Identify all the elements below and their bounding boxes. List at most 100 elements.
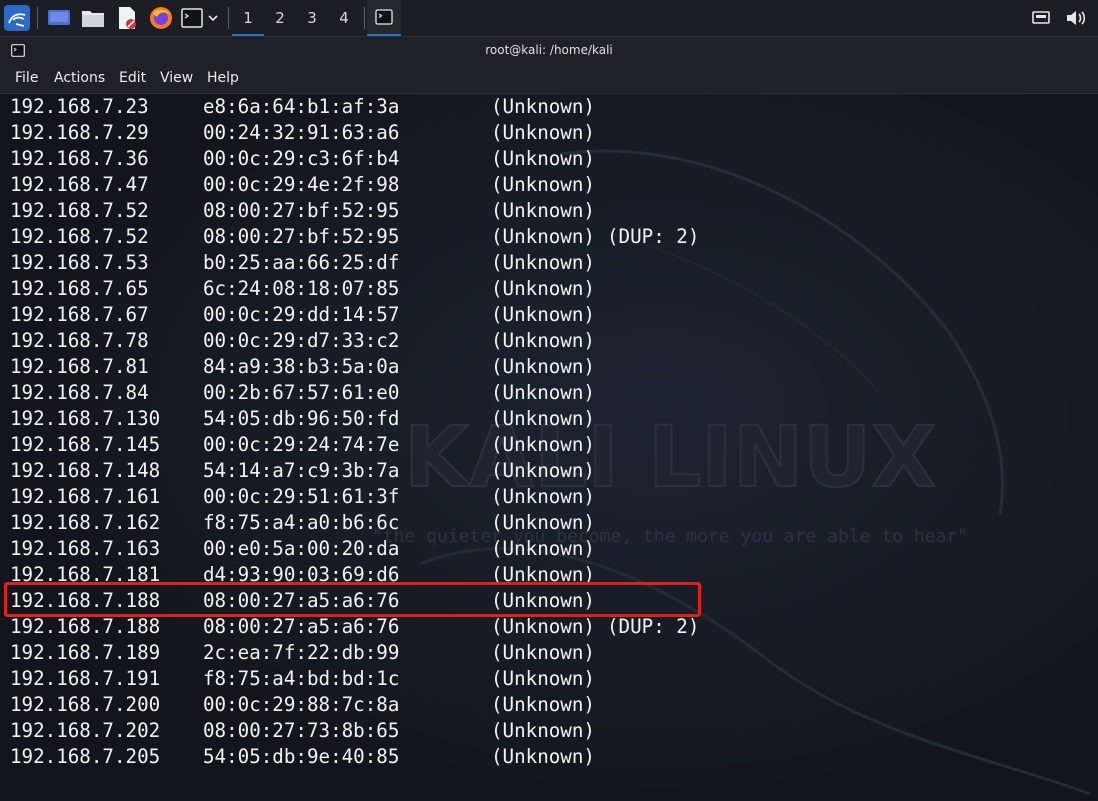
vendor-label: (Unknown) <box>491 641 595 664</box>
mac-address: 2c:ea:7f:22:db:99 <box>203 641 400 664</box>
chevron-down-icon <box>208 15 218 22</box>
wallpaper-tagline: "the quieter you become, the more you ar… <box>372 526 968 547</box>
workspace-1[interactable]: 1 <box>232 0 264 36</box>
ip-address: 192.168.7.52 <box>10 225 149 248</box>
highlight-box <box>4 582 701 617</box>
kali-menu-icon[interactable] <box>2 3 32 33</box>
vendor-label: (Unknown) <box>491 433 595 456</box>
ip-address: 192.168.7.205 <box>10 745 161 768</box>
menu-actions[interactable]: Actions <box>54 70 105 86</box>
mac-address: 08:00:27:a5:a6:76 <box>203 615 400 638</box>
mac-address: f8:75:a4:a0:b6:6c <box>203 511 400 534</box>
mac-address: e8:6a:64:b1:af:3a <box>203 95 400 118</box>
vendor-label: (Unknown) <box>491 719 595 742</box>
ip-address: 192.168.7.53 <box>10 251 149 274</box>
taskbar-terminal-window[interactable] <box>367 0 401 36</box>
workspace-4[interactable]: 4 <box>328 0 360 36</box>
window-titlebar[interactable]: root@kali: /home/kali <box>0 37 1098 65</box>
vendor-label: (Unknown) <box>491 381 595 404</box>
vendor-label: (Unknown) <box>491 355 595 378</box>
mac-address: 00:0c:29:c3:6f:b4 <box>203 147 400 170</box>
show-desktop-icon[interactable] <box>45 3 73 33</box>
menu-help[interactable]: Help <box>207 70 239 86</box>
mac-address: 00:0c:29:51:61:3f <box>203 485 400 508</box>
folder-icon[interactable] <box>79 3 107 33</box>
mac-address: b0:25:aa:66:25:df <box>203 251 400 274</box>
vendor-label: (Unknown) <box>491 329 595 352</box>
ip-address: 192.168.7.145 <box>10 433 161 456</box>
vendor-label: (Unknown) <box>491 693 595 716</box>
mac-address: 08:00:27:bf:52:95 <box>203 225 400 248</box>
menu-view[interactable]: View <box>160 70 193 86</box>
ip-address: 192.168.7.163 <box>10 537 161 560</box>
ip-address: 192.168.7.65 <box>10 277 149 300</box>
vendor-label: (Unknown) <box>491 667 595 690</box>
vendor-label: (Unknown) <box>491 537 595 560</box>
ip-address: 192.168.7.81 <box>10 355 149 378</box>
mac-address: 00:0c:29:88:7c:8a <box>203 693 400 716</box>
vendor-label: (Unknown) <box>491 251 595 274</box>
menu-bar: File Actions Edit View Help <box>0 65 1098 94</box>
vendor-label: (Unknown) <box>491 407 595 430</box>
ip-address: 192.168.7.78 <box>10 329 149 352</box>
top-panel: 1 2 3 4 <box>0 0 1098 37</box>
ip-address: 192.168.7.161 <box>10 485 161 508</box>
mac-address: 00:0c:29:d7:33:c2 <box>203 329 400 352</box>
ip-address: 192.168.7.130 <box>10 407 161 430</box>
mac-address: 00:0c:29:4e:2f:98 <box>203 173 400 196</box>
duplicate-label: (DUP: 2) <box>607 615 700 638</box>
volume-icon[interactable] <box>1062 3 1090 33</box>
mac-address: 00:0c:29:dd:14:57 <box>203 303 400 326</box>
ip-address: 192.168.7.23 <box>10 95 149 118</box>
mac-address: 08:00:27:bf:52:95 <box>203 199 400 222</box>
vendor-label: (Unknown) <box>491 199 595 222</box>
ip-address: 192.168.7.67 <box>10 303 149 326</box>
ip-address: 192.168.7.202 <box>10 719 161 742</box>
duplicate-label: (DUP: 2) <box>607 225 700 248</box>
vendor-label: (Unknown) <box>491 147 595 170</box>
vendor-label: (Unknown) <box>491 225 595 248</box>
mac-address: 00:24:32:91:63:a6 <box>203 121 400 144</box>
ip-address: 192.168.7.189 <box>10 641 161 664</box>
mac-address: 6c:24:08:18:07:85 <box>203 277 400 300</box>
workspace-3[interactable]: 3 <box>296 0 328 36</box>
ip-address: 192.168.7.29 <box>10 121 149 144</box>
terminal-icon <box>181 8 203 28</box>
vendor-label: (Unknown) <box>491 277 595 300</box>
menu-edit[interactable]: Edit <box>119 70 146 86</box>
mac-address: f8:75:a4:bd:bd:1c <box>203 667 400 690</box>
ip-address: 192.168.7.36 <box>10 147 149 170</box>
vendor-label: (Unknown) <box>491 303 595 326</box>
ip-address: 192.168.7.188 <box>10 615 161 638</box>
mac-address: 00:2b:67:57:61:e0 <box>203 381 400 404</box>
window-title: root@kali: /home/kali <box>485 43 613 57</box>
ip-address: 192.168.7.47 <box>10 173 149 196</box>
ip-address: 192.168.7.191 <box>10 667 161 690</box>
vendor-label: (Unknown) <box>491 615 595 638</box>
terminal-launcher[interactable] <box>179 3 221 33</box>
vendor-label: (Unknown) <box>491 511 595 534</box>
ip-address: 192.168.7.148 <box>10 459 161 482</box>
firefox-icon[interactable] <box>146 3 176 33</box>
terminal-icon <box>375 9 393 25</box>
vendor-label: (Unknown) <box>491 745 595 768</box>
mac-address: 00:0c:29:24:74:7e <box>203 433 400 456</box>
mac-address: 00:e0:5a:00:20:da <box>203 537 400 560</box>
vendor-label: (Unknown) <box>491 459 595 482</box>
ip-address: 192.168.7.200 <box>10 693 161 716</box>
ip-address: 192.168.7.162 <box>10 511 161 534</box>
wallpaper-logo-text: KALI LINUX <box>404 408 936 506</box>
terminal-output[interactable]: KALI LINUX "the quieter you become, the … <box>0 94 1098 801</box>
mac-address: 84:a9:38:b3:5a:0a <box>203 355 400 378</box>
mac-address: 54:14:a7:c9:3b:7a <box>203 459 400 482</box>
vendor-label: (Unknown) <box>491 121 595 144</box>
vendor-label: (Unknown) <box>491 485 595 508</box>
network-icon[interactable] <box>1028 3 1054 33</box>
vendor-label: (Unknown) <box>491 95 595 118</box>
mac-address: 54:05:db:96:50:fd <box>203 407 400 430</box>
workspace-2[interactable]: 2 <box>264 0 296 36</box>
vendor-label: (Unknown) <box>491 173 595 196</box>
text-editor-icon[interactable] <box>113 3 141 33</box>
menu-file[interactable]: File <box>15 70 38 86</box>
mac-address: 54:05:db:9e:40:85 <box>203 745 400 768</box>
